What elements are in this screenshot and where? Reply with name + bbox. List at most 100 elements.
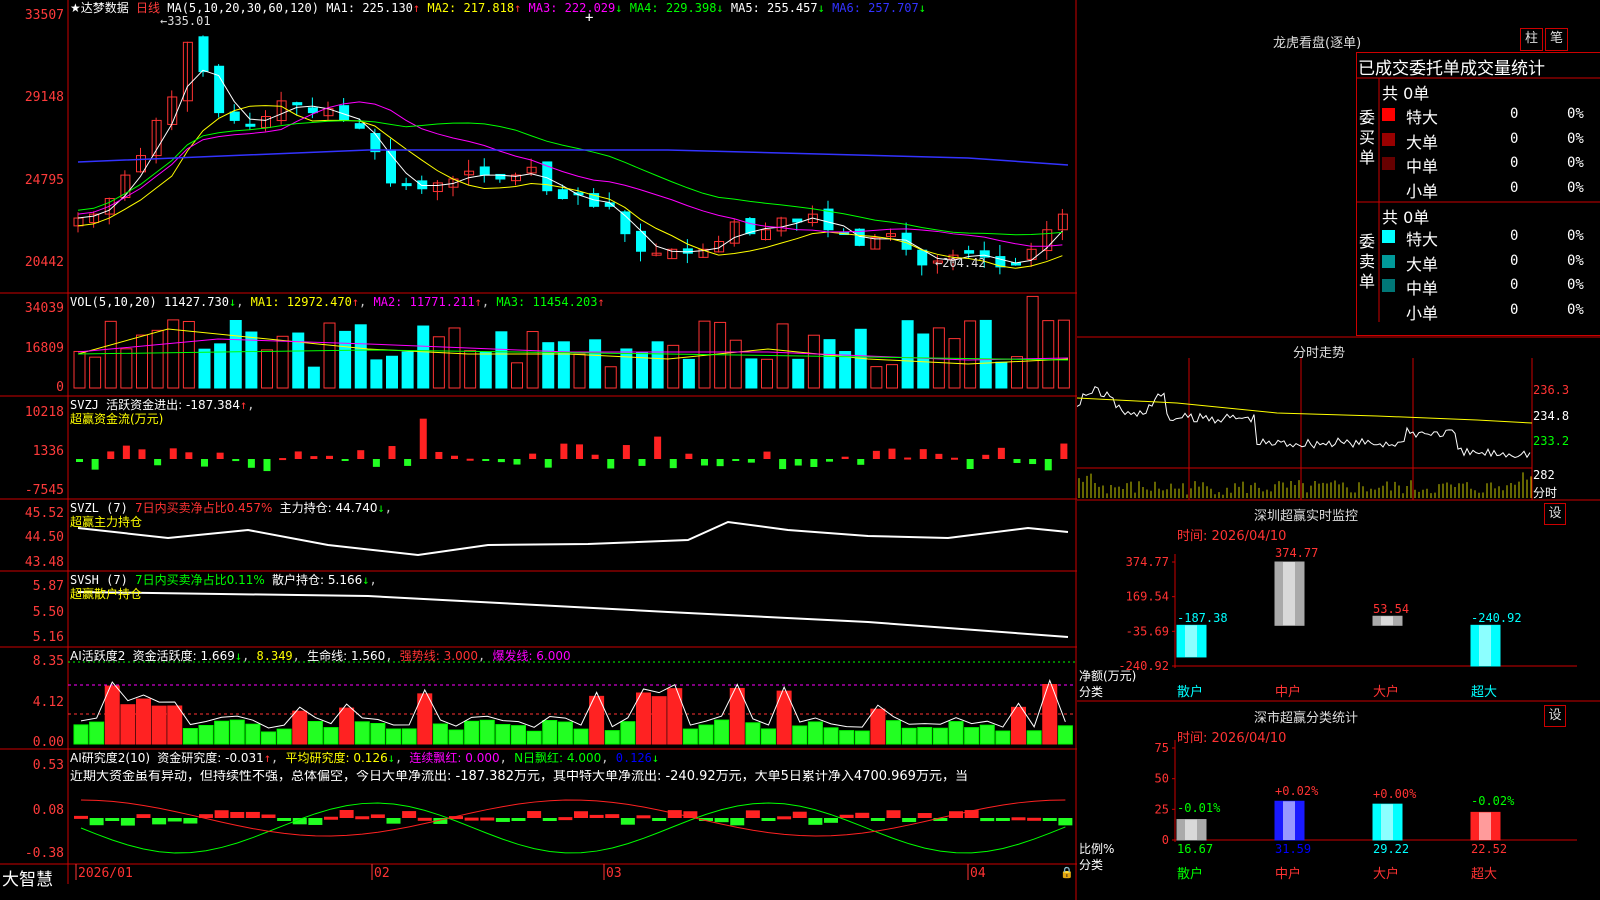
volume-bar	[198, 348, 211, 389]
research-bar	[402, 811, 417, 818]
volume-bar	[370, 359, 383, 389]
vol-y-tick: 0	[56, 380, 64, 395]
volume-bar	[479, 351, 492, 389]
research-bar	[1011, 817, 1026, 821]
fund-flow-bar	[279, 458, 287, 461]
volume-bar	[1026, 295, 1039, 389]
research-bar	[714, 818, 729, 823]
research-bar	[636, 815, 651, 819]
fund-flow-bar	[544, 459, 552, 468]
x-axis-ticks	[75, 864, 969, 880]
chart-area[interactable]: ★达梦数据 日线 MA(5,10,20,30,60,120) MA1: 225.…	[0, 0, 1077, 900]
monitor-bar-chart: 374.77 169.54 -35.69 -240.92 -187.38 散户 374.77…	[1118, 546, 1577, 700]
order-name: 中单	[1406, 279, 1439, 298]
activity-bar	[682, 728, 698, 745]
main-y-tick: 33507	[24, 8, 64, 23]
buy-total: 共 0单	[1382, 84, 1430, 103]
candlestick-chart	[73, 35, 1069, 276]
order-name: 中单	[1406, 157, 1439, 176]
research-bar	[574, 811, 588, 818]
activity-bar	[917, 727, 933, 745]
order-name: 大单	[1406, 132, 1439, 152]
candle	[917, 249, 928, 266]
research-bar	[995, 818, 1010, 821]
volume-bar	[401, 351, 414, 389]
research-bar	[495, 818, 510, 822]
intraday-y-tick: 233.2	[1533, 434, 1570, 448]
order-row: 大单 0 0%	[1382, 129, 1600, 152]
research-bar	[667, 810, 682, 818]
research-bar	[777, 816, 792, 820]
ma-value: MA3: 222.029	[528, 1, 616, 15]
research-bar	[761, 818, 776, 821]
activity-bar	[261, 731, 276, 745]
order-row: 小单 0 0%	[1382, 300, 1600, 323]
activity-bar	[1057, 725, 1073, 745]
bar-highlight	[1185, 625, 1197, 657]
order-row: 中单 0 0%	[1382, 153, 1600, 176]
volume-bar	[151, 329, 164, 389]
activity-bar	[73, 724, 89, 745]
category-label: 散户	[1177, 684, 1203, 700]
order-row: 中单 0 0%	[1382, 275, 1600, 298]
activity-bar	[167, 705, 183, 745]
activity-bar	[151, 705, 167, 745]
fund-flow-bar	[669, 459, 677, 469]
candle	[229, 111, 240, 121]
volume-bar	[73, 350, 86, 389]
fund-flow-bar	[935, 453, 943, 459]
activity-bar	[761, 728, 776, 745]
svsh-header: SVSH (7) 7日内买卖净占比0.11% 散户持仓: 5.166↓,	[70, 573, 377, 587]
category-label: 超大	[1471, 867, 1497, 882]
volume-bar	[870, 366, 883, 389]
ma-values: MA1: 225.130↑ MA2: 217.818↑ MA3: 222.029…	[326, 1, 926, 15]
fund-flow-bar	[357, 450, 365, 459]
svzl-y-tick: 45.52	[24, 506, 64, 521]
volume-bar	[526, 331, 539, 389]
svzj-y-tick: 1336	[32, 444, 64, 459]
period-label[interactable]: 日线	[136, 1, 160, 15]
bar-value-label: -0.01%	[1177, 801, 1221, 815]
fund-flow-bar	[388, 446, 396, 459]
research-bar	[917, 813, 932, 818]
order-swatch	[1382, 157, 1395, 170]
svzj-subtitle: 超赢资金流(万元)	[70, 412, 164, 426]
fund-flow-bar	[732, 459, 740, 461]
vol-header: VOL(5,10,20) 11427.730↓, MA1: 12972.470↑…	[70, 295, 605, 309]
order-name: 大单	[1406, 254, 1439, 274]
order-swatch	[1382, 132, 1395, 146]
intraday-y-tick: 236.3	[1533, 383, 1570, 397]
svsh-subtitle: 超赢散户持仓	[70, 587, 143, 601]
bar-highlight	[1381, 616, 1393, 626]
order-name: 特大	[1406, 108, 1439, 127]
research-bar	[605, 814, 620, 818]
activity-bar	[89, 721, 105, 745]
lock-icon[interactable]: 🔒	[1060, 866, 1074, 879]
fund-flow-bar	[529, 453, 537, 459]
category-label: 大户	[1373, 866, 1399, 882]
volume-bar	[464, 350, 477, 389]
volume-bar	[448, 327, 461, 389]
order-pct: 0%	[1567, 130, 1584, 147]
ma3-line	[77, 101, 1063, 247]
research-bar	[839, 814, 854, 818]
activity-bar	[120, 704, 136, 745]
volume-bar	[261, 349, 273, 389]
intraday-vol-unit: 分时	[1533, 486, 1558, 500]
research-bar	[902, 818, 917, 823]
order-swatch	[1382, 254, 1395, 268]
order-count: 0	[1510, 228, 1519, 244]
stock-name[interactable]: ★达梦数据	[70, 1, 129, 15]
bar-highlight	[1479, 625, 1491, 666]
research-bar	[620, 818, 635, 825]
activity-bar	[182, 728, 198, 745]
research-green-line	[80, 802, 1066, 854]
fund-flow-bar	[919, 449, 927, 459]
main-y-tick: 24795	[24, 173, 64, 188]
research-bar	[480, 817, 495, 821]
activity-bar	[745, 722, 761, 745]
fund-flow-bar	[169, 448, 177, 459]
volume-bar	[229, 319, 242, 389]
fund-flow-bar	[794, 459, 802, 466]
order-row: 小单 0 0%	[1382, 178, 1600, 201]
